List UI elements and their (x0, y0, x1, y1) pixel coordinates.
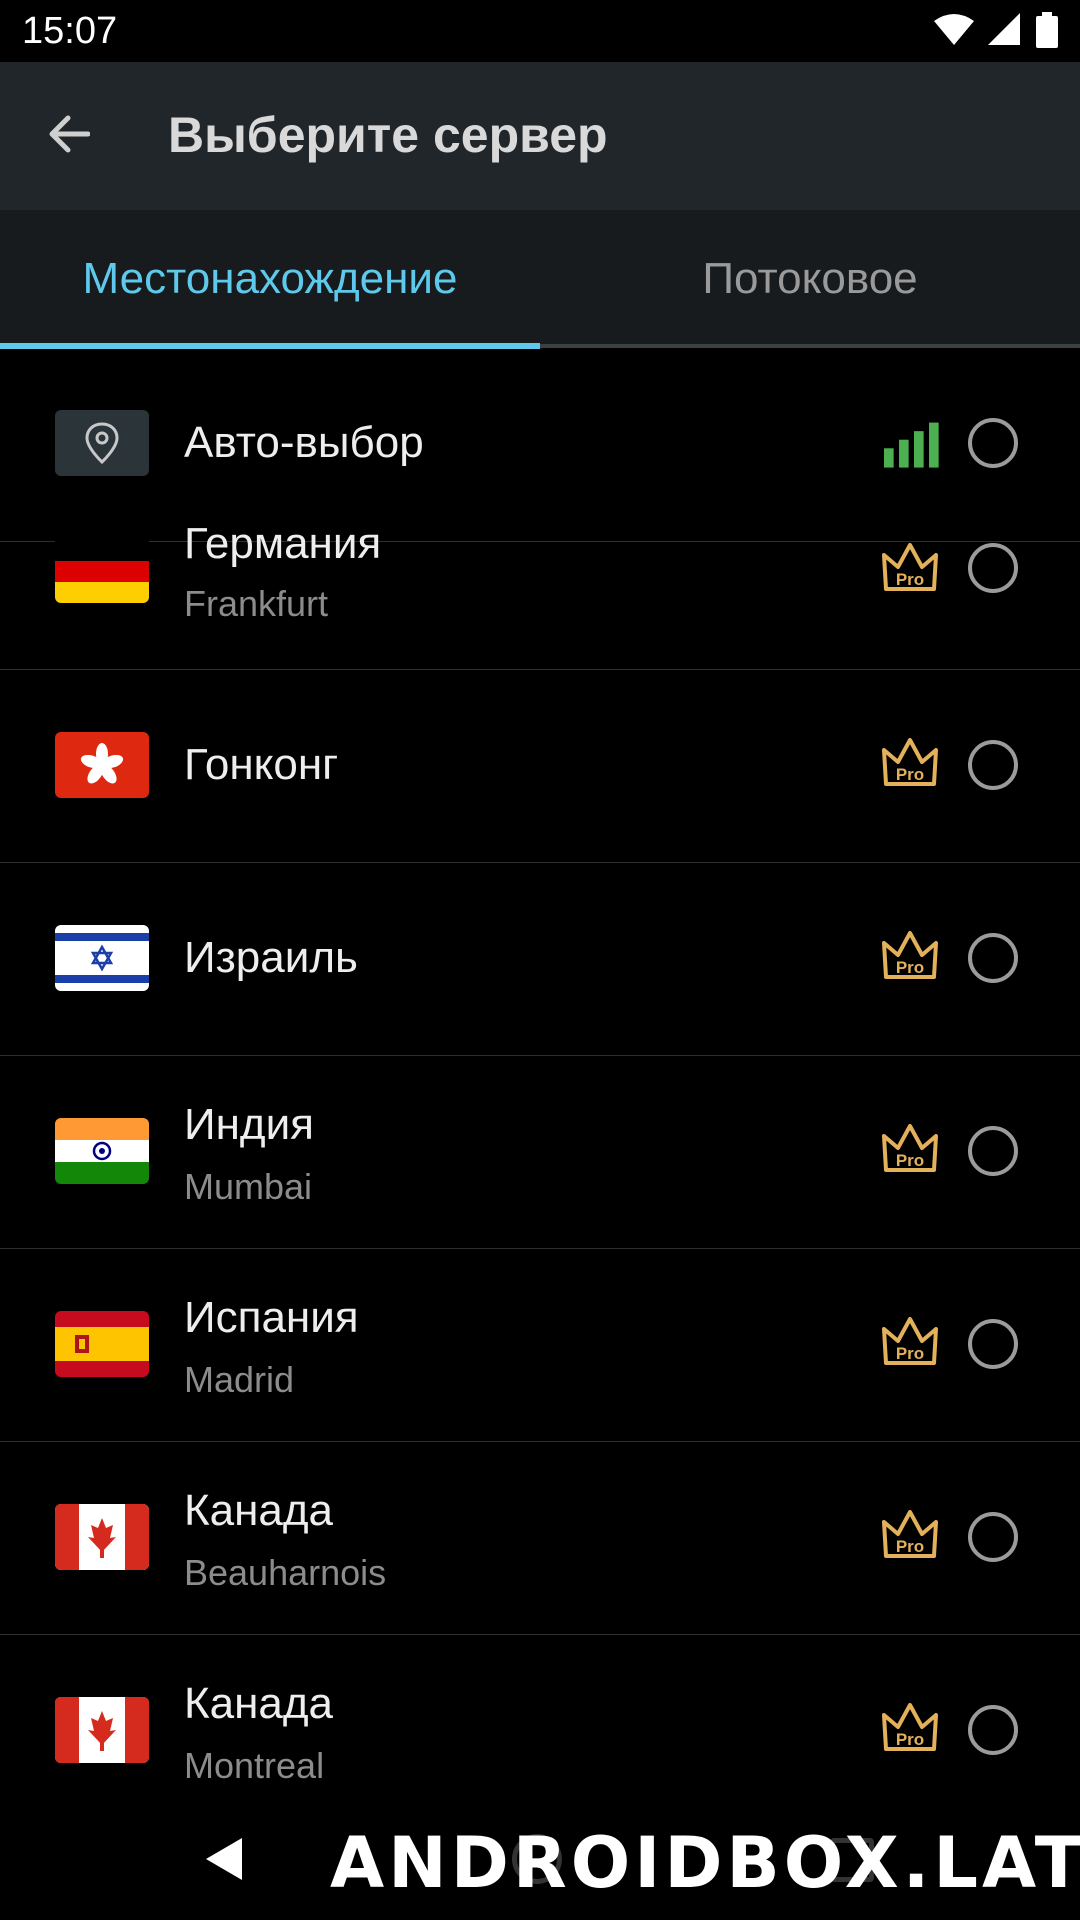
flag-israel-icon (55, 925, 149, 991)
server-row[interactable]: Канада Beauharnois Pro (0, 1442, 1080, 1635)
status-time: 15:07 (22, 10, 118, 52)
radio-button[interactable] (968, 418, 1018, 468)
pro-crown-icon: Pro (882, 931, 938, 979)
server-city: Beauharnois (184, 1552, 387, 1593)
radio-button[interactable] (968, 1319, 1018, 1369)
radio-button[interactable] (968, 1705, 1018, 1755)
radio-button[interactable] (968, 740, 1018, 790)
flag-germany-icon (55, 541, 149, 603)
watermark: ANDROIDBOX.LAT (330, 1822, 1080, 1904)
flag-canada-icon (55, 1697, 149, 1763)
server-row[interactable]: Индия Mumbai Pro (0, 1056, 1080, 1249)
server-row[interactable]: Канада Montreal Pro (0, 1635, 1080, 1800)
wifi-icon (934, 14, 974, 45)
pro-crown-icon: Pro (882, 1510, 938, 1558)
server-city: Mumbai (184, 1166, 313, 1207)
server-name: Германия (184, 519, 382, 568)
battery-icon (1036, 12, 1058, 48)
svg-text:Pro: Pro (896, 1730, 924, 1749)
svg-text:Pro: Pro (896, 1151, 924, 1170)
radio-button[interactable] (968, 1126, 1018, 1176)
page-title: Выберите сервер (168, 107, 608, 163)
pro-crown-icon: Pro (882, 1703, 938, 1751)
radio-button[interactable] (968, 1512, 1018, 1562)
server-row-auto[interactable]: Авто-выбор (0, 348, 1080, 542)
flag-canada-icon (55, 1504, 149, 1570)
nav-back-icon[interactable] (202, 1834, 246, 1884)
pro-crown-icon: Pro (882, 1317, 938, 1365)
server-list[interactable]: Авто-выбор Германия Frankfurt Pro Гонкон… (0, 348, 1080, 1800)
pro-crown-icon: Pro (882, 543, 938, 591)
server-city: Madrid (184, 1359, 295, 1400)
svg-text:Pro: Pro (896, 570, 924, 589)
server-row[interactable]: Испания Madrid Pro (0, 1249, 1080, 1442)
location-pin-icon (55, 410, 149, 476)
arrow-left-icon (49, 115, 90, 153)
server-name: Канада (184, 1679, 334, 1728)
server-row[interactable]: Израиль Pro (0, 863, 1080, 1056)
server-city: Montreal (184, 1745, 325, 1786)
server-name: Израиль (184, 933, 358, 982)
tab-location[interactable]: Местонахождение (0, 210, 540, 348)
app-bar: Выберите сервер (0, 62, 1080, 210)
server-name: Индия (184, 1100, 315, 1149)
svg-text:Pro: Pro (896, 958, 924, 977)
radio-button[interactable] (968, 543, 1018, 593)
server-name: Канада (184, 1486, 334, 1535)
pro-crown-icon: Pro (882, 1124, 938, 1172)
server-city: Frankfurt (184, 583, 329, 624)
tab-streaming[interactable]: Потоковое (540, 210, 1080, 348)
flag-india-icon (55, 1118, 149, 1184)
server-row[interactable]: Германия Frankfurt Pro (0, 519, 1080, 670)
back-button[interactable] (36, 102, 100, 166)
server-name: Авто-выбор (184, 418, 424, 467)
tab-bar: Местонахождение Потоковое (0, 210, 1080, 348)
radio-button[interactable] (968, 933, 1018, 983)
server-name: Гонконг (184, 740, 339, 789)
signal-bars-icon (884, 422, 939, 468)
cell-signal-icon (988, 13, 1020, 45)
svg-text:Pro: Pro (896, 1537, 924, 1556)
status-icons (934, 12, 1058, 48)
svg-text:Pro: Pro (896, 765, 924, 784)
svg-text:Pro: Pro (896, 1344, 924, 1363)
flag-hong-kong-icon (55, 732, 149, 798)
server-name: Испания (184, 1293, 359, 1342)
server-row[interactable]: Гонконг Pro (0, 670, 1080, 863)
status-bar: 15:07 (0, 0, 1080, 62)
pro-crown-icon: Pro (882, 738, 938, 786)
flag-spain-icon (55, 1311, 149, 1377)
